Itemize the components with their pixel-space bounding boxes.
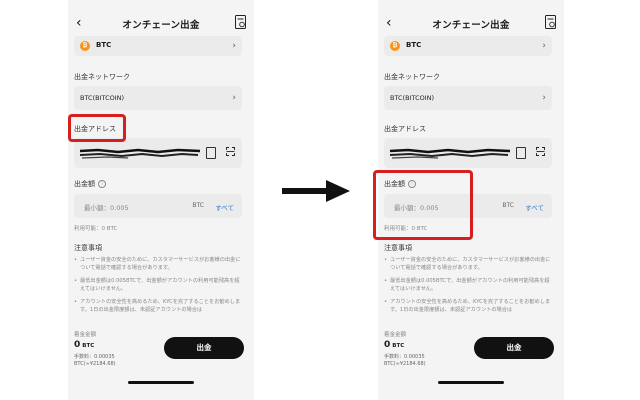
- chevron-right-icon: ›: [542, 93, 546, 103]
- home-indicator: [128, 381, 194, 384]
- bitcoin-icon: ₿: [390, 41, 400, 51]
- redacted-address: [79, 148, 201, 159]
- received-value: 0: [74, 340, 81, 350]
- coin-selector[interactable]: ₿ BTC ›: [74, 36, 242, 56]
- redacted-address: [389, 148, 511, 159]
- note-item: ユーザー資金の安全のために、カスタマーサービスがお客様の出金について電話で確認す…: [74, 256, 242, 272]
- note-item: アカウントの安全性を高めるため、KYCを完了することをお勧めします。1日の出金限…: [74, 298, 242, 314]
- header: ‹ オンチェーン出金: [378, 12, 564, 36]
- scan-icon[interactable]: [536, 147, 545, 156]
- received-value: 0: [384, 340, 391, 350]
- available-balance: 利用可能：0 BTC: [74, 226, 118, 232]
- received-label: 着金金額: [74, 332, 97, 338]
- phone-screen-before: ‹ オンチェーン出金 ₿ BTC › 出金ネットワーク BTC(BITCOIN)…: [68, 0, 254, 400]
- received-amount: 0 BTC: [384, 340, 404, 350]
- address-input[interactable]: [384, 138, 552, 168]
- max-button[interactable]: すべて: [215, 202, 234, 212]
- page-title: オンチェーン出金: [122, 20, 200, 31]
- chevron-right-icon: ›: [232, 41, 236, 51]
- scan-icon[interactable]: [226, 147, 235, 156]
- header: ‹ オンチェーン出金: [68, 12, 254, 36]
- notes-list: ユーザー資金の安全のために、カスタマーサービスがお客様の出金について電話で確認す…: [384, 256, 552, 319]
- network-selector[interactable]: BTC(BITCOIN) ›: [74, 86, 242, 110]
- fee-fiat-text: BTC(≈¥2184.68): [74, 361, 116, 367]
- notes-list: ユーザー資金の安全のために、カスタマーサービスがお客様の出金について電話で確認す…: [74, 256, 242, 319]
- amount-placeholder: 最小額：0.005: [84, 204, 129, 212]
- network-selector[interactable]: BTC(BITCOIN) ›: [384, 86, 552, 110]
- note-item: ユーザー資金の安全のために、カスタマーサービスがお客様の出金について電話で確認す…: [384, 256, 552, 272]
- network-value: BTC(BITCOIN): [390, 94, 435, 102]
- highlight-amount-section: [373, 170, 473, 240]
- info-icon[interactable]: i: [98, 180, 106, 188]
- network-label: 出金ネットワーク: [74, 73, 130, 81]
- history-icon[interactable]: [235, 15, 246, 29]
- notes-title: 注意事項: [74, 244, 102, 252]
- withdraw-button[interactable]: 出金: [164, 337, 244, 359]
- amount-label: 出金額: [74, 180, 95, 188]
- right-arrow-icon: [282, 180, 350, 202]
- received-unit: BTC: [82, 343, 95, 349]
- coin-name: BTC: [406, 41, 422, 49]
- coin-name: BTC: [96, 41, 112, 49]
- amount-unit: BTC: [192, 202, 204, 209]
- chevron-right-icon: ›: [542, 41, 546, 51]
- highlight-address-label: [68, 114, 126, 142]
- max-button[interactable]: すべて: [525, 202, 544, 212]
- amount-input[interactable]: 最小額：0.005 BTC すべて: [74, 194, 242, 218]
- paste-icon[interactable]: [206, 147, 216, 159]
- fee-text: 手数料：0.00035: [384, 354, 425, 360]
- received-amount: 0 BTC: [74, 340, 94, 350]
- home-indicator: [438, 381, 504, 384]
- amount-unit: BTC: [502, 202, 514, 209]
- notes-title: 注意事項: [384, 244, 412, 252]
- withdraw-button[interactable]: 出金: [474, 337, 554, 359]
- address-input[interactable]: [74, 138, 242, 168]
- history-icon[interactable]: [545, 15, 556, 29]
- paste-icon[interactable]: [516, 147, 526, 159]
- coin-selector[interactable]: ₿ BTC ›: [384, 36, 552, 56]
- fee-fiat-text: BTC(≈¥2184.68): [384, 361, 426, 367]
- amount-label-row: 出金額 i: [74, 179, 106, 189]
- note-item: アカウントの安全性を高めるため、KYCを完了することをお勧めします。1日の出金限…: [384, 298, 552, 314]
- received-label: 着金金額: [384, 332, 407, 338]
- address-label: 出金アドレス: [384, 125, 426, 133]
- note-item: 最低出金額は0.005BTCで、出金額がアカウントの利用可能残高を超えてはいけま…: [384, 277, 552, 293]
- chevron-right-icon: ›: [232, 93, 236, 103]
- bitcoin-icon: ₿: [80, 41, 90, 51]
- fee-text: 手数料：0.00035: [74, 354, 115, 360]
- network-label: 出金ネットワーク: [384, 73, 440, 81]
- note-item: 最低出金額は0.005BTCで、出金額がアカウントの利用可能残高を超えてはいけま…: [74, 277, 242, 293]
- page-title: オンチェーン出金: [432, 20, 510, 31]
- network-value: BTC(BITCOIN): [80, 94, 125, 102]
- received-unit: BTC: [392, 343, 405, 349]
